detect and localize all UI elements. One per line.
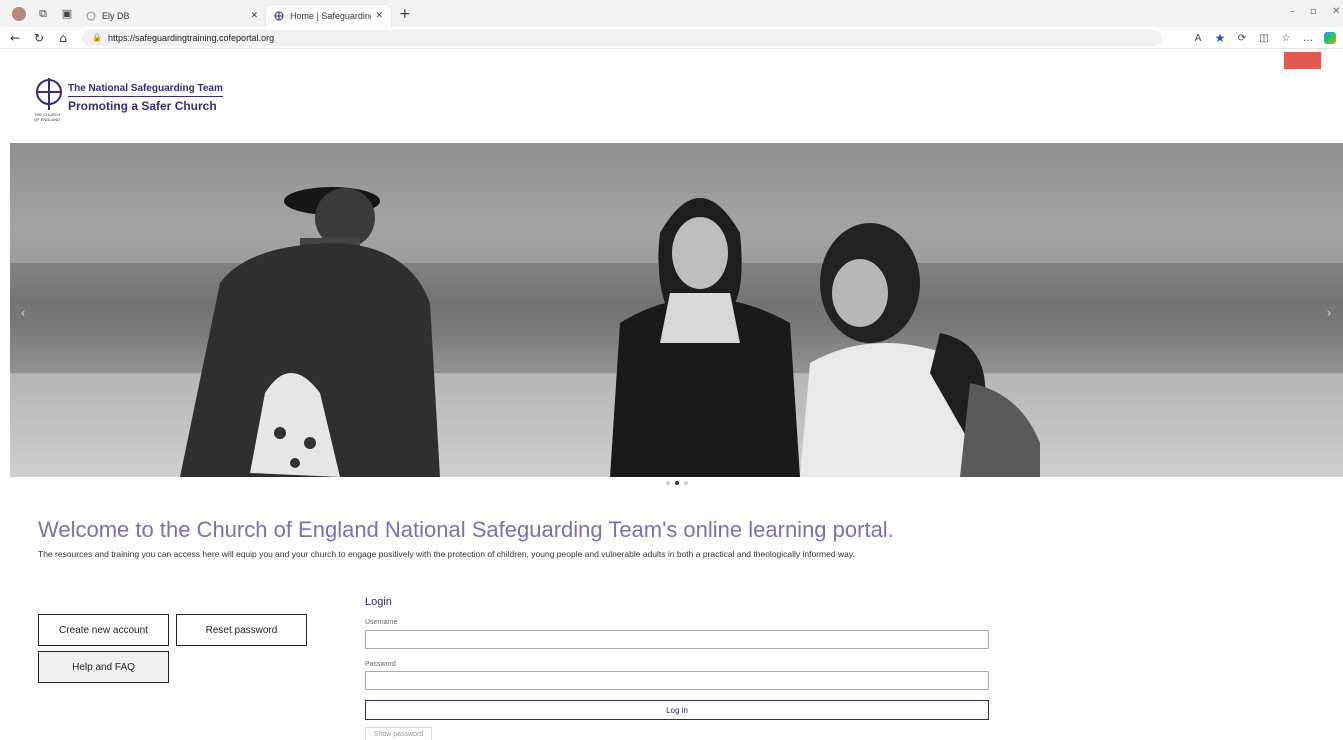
url-text: https://safeguardingtraining.cofeportal.… [107,32,275,43]
favorites-icon[interactable]: ☆ [1275,30,1297,46]
logo-title: The National Safeguarding Team [68,83,223,97]
logo-coe-text: THE CHURCH OF ENGLAND [34,112,61,122]
password-input[interactable] [365,671,989,690]
split-screen-icon[interactable]: ◫ [1253,30,1275,46]
carousel-dot[interactable] [684,481,688,485]
lock-icon: 🔒 [92,33,102,42]
carousel-next-button[interactable]: › [1322,304,1336,322]
carousel-indicators [666,481,688,485]
home-icon[interactable]: ⌂ [54,29,72,47]
address-bar: ← ↻ ⌂ 🔒 https://safeguardingtraining.cof… [0,27,1343,49]
reset-password-button[interactable]: Reset password [176,614,307,646]
close-icon[interactable]: ✕ [250,11,258,21]
workspaces-icon[interactable]: ⧉ [36,7,50,21]
browser-toolbar: A ★ ⟳ ◫ ☆ … [1187,30,1341,46]
username-input[interactable] [365,630,989,649]
favorite-star-icon[interactable]: ★ [1209,30,1231,46]
login-heading: Login [365,596,392,608]
carousel-prev-button[interactable]: ‹ [16,304,30,322]
extensions-icon[interactable]: ⟳ [1231,30,1253,46]
tab-title: Ely DB [102,11,130,21]
cross-logo-icon [34,77,64,115]
create-account-button[interactable]: Create new account [38,614,169,646]
password-label: Password [365,661,396,668]
tab-title: Home | Safeguarding: Training Po [290,11,371,21]
hero-image [180,187,1040,477]
page-title: Welcome to the Church of England Nationa… [38,517,894,542]
read-aloud-icon[interactable]: A [1187,30,1209,46]
cross-logo-icon [274,11,284,21]
window-close-icon[interactable]: ✕ [1332,6,1340,17]
login-button[interactable]: Log in [365,700,989,720]
more-icon[interactable]: … [1297,30,1319,46]
carousel-dot[interactable] [675,481,679,485]
username-label: Username [365,619,398,626]
help-faq-button[interactable]: Help and FAQ [38,651,169,683]
minimize-icon[interactable]: – [1290,6,1295,17]
new-tab-icon[interactable]: + [399,6,411,22]
tab-safeguarding[interactable]: Home | Safeguarding: Training Po ✕ [266,5,391,27]
url-input[interactable]: 🔒 https://safeguardingtraining.cofeporta… [82,29,1162,46]
tab-ely-db[interactable]: Ely DB ✕ [78,5,266,27]
site-logo[interactable]: The National Safeguarding Team Promoting… [34,77,223,115]
close-icon[interactable]: ✕ [375,11,383,21]
show-password-button[interactable]: Show password [365,727,432,740]
tab-actions-icon[interactable]: ▣ [60,7,74,21]
red-action-button[interactable] [1284,52,1321,69]
back-icon[interactable]: ← [6,29,24,47]
restore-icon[interactable]: ▫ [1310,6,1317,17]
profile-avatar[interactable] [12,6,26,21]
carousel-dot[interactable] [666,481,670,485]
logo-tagline: Promoting a Safer Church [68,99,217,113]
hero-carousel[interactable]: ‹ › [10,143,1343,477]
globe-icon [86,11,96,21]
browser-tab-bar: ⧉ ▣ Ely DB ✕ Home | Safeguarding: Traini… [0,0,1343,27]
intro-text: The resources and training you can acces… [38,549,855,559]
page: The National Safeguarding Team Promoting… [10,49,1343,740]
refresh-icon[interactable]: ↻ [30,29,48,47]
copilot-icon[interactable] [1319,30,1341,46]
